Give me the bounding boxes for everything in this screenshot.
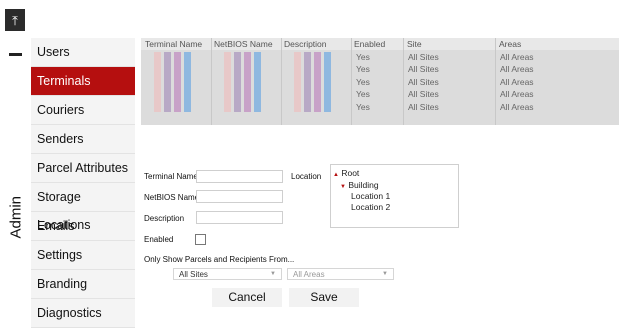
collapse-caret-icon[interactable]: ▲: [333, 172, 339, 178]
table-cell[interactable]: All Sites: [408, 63, 439, 75]
terminal-name-input[interactable]: [196, 170, 283, 183]
areas-column: All Areas All Areas All Areas All Areas …: [500, 51, 534, 113]
table-cell[interactable]: All Areas: [500, 63, 534, 75]
netbios-name-label: NetBIOS Name: [144, 193, 200, 202]
redacted-descriptions: [294, 52, 331, 112]
tree-node-location-2[interactable]: Location 2: [351, 202, 390, 212]
table-cell[interactable]: Yes: [356, 63, 370, 75]
column-header-description[interactable]: Description: [284, 39, 327, 49]
description-label: Description: [144, 214, 185, 223]
table-cell[interactable]: All Areas: [500, 51, 534, 63]
filter-label: Only Show Parcels and Recipients From...: [144, 255, 295, 264]
column-header-enabled[interactable]: Enabled: [354, 39, 385, 49]
column-header-site[interactable]: Site: [407, 39, 422, 49]
table-cell[interactable]: Yes: [356, 51, 370, 63]
nav-item-settings[interactable]: Settings: [31, 241, 135, 270]
admin-collapse-icon[interactable]: [9, 53, 22, 56]
terminals-table: Terminal Name NetBIOS Name Description E…: [141, 38, 619, 125]
table-cell[interactable]: All Sites: [408, 88, 439, 100]
column-header-netbios-name[interactable]: NetBIOS Name: [214, 39, 273, 49]
table-cell[interactable]: All Areas: [500, 101, 534, 113]
tree-node-location-1[interactable]: Location 1: [351, 191, 390, 201]
redacted-terminal-names: [154, 52, 191, 112]
tree-node-root[interactable]: ▲ Root: [333, 168, 359, 178]
description-input[interactable]: [196, 211, 283, 224]
nav-item-terminals[interactable]: Terminals: [31, 67, 135, 96]
areas-select[interactable]: All Areas ▼: [287, 268, 394, 280]
table-cell[interactable]: Yes: [356, 76, 370, 88]
table-header: Terminal Name NetBIOS Name Description E…: [141, 38, 619, 50]
admin-section-label: Admin: [7, 195, 25, 239]
table-cell[interactable]: All Areas: [500, 88, 534, 100]
enabled-checkbox[interactable]: [195, 234, 206, 245]
dropdown-arrow-icon: ▼: [382, 271, 388, 277]
table-cell[interactable]: All Areas: [500, 76, 534, 88]
redacted-netbios-names: [224, 52, 261, 112]
sites-select[interactable]: All Sites ▼: [173, 268, 282, 280]
table-cell[interactable]: All Sites: [408, 101, 439, 113]
cancel-button[interactable]: Cancel: [212, 288, 282, 307]
netbios-name-input[interactable]: [196, 190, 283, 203]
location-tree: ▲ Root ▼ Building Location 1 Location 2: [330, 164, 459, 228]
table-cell[interactable]: Yes: [356, 101, 370, 113]
nav-item-couriers[interactable]: Couriers: [31, 96, 135, 125]
save-button[interactable]: Save: [289, 288, 359, 307]
nav-item-senders[interactable]: Senders: [31, 125, 135, 154]
terminal-name-label: Terminal Name: [144, 172, 198, 181]
nav-item-diagnostics[interactable]: Diagnostics: [31, 299, 135, 328]
enabled-label: Enabled: [144, 235, 174, 244]
admin-nav: Users Terminals Couriers Senders Parcel …: [31, 38, 135, 328]
site-column: All Sites All Sites All Sites All Sites …: [408, 51, 439, 113]
location-label: Location: [291, 172, 322, 181]
tree-node-building[interactable]: ▼ Building: [340, 180, 379, 190]
table-cell[interactable]: Yes: [356, 88, 370, 100]
table-cell[interactable]: All Sites: [408, 51, 439, 63]
enabled-column: Yes Yes Yes Yes Yes: [356, 51, 370, 113]
nav-item-users[interactable]: Users: [31, 38, 135, 67]
dropdown-arrow-icon: ▼: [270, 271, 276, 277]
column-header-terminal-name[interactable]: Terminal Name: [145, 39, 202, 49]
nav-item-storage-locations[interactable]: Storage Locations: [31, 183, 135, 232]
column-header-areas[interactable]: Areas: [499, 39, 521, 49]
table-cell[interactable]: All Sites: [408, 76, 439, 88]
nav-item-parcel-attributes[interactable]: Parcel Attributes: [31, 154, 135, 183]
nav-item-branding[interactable]: Branding: [31, 270, 135, 299]
collapse-up-icon[interactable]: ⤒: [5, 9, 25, 31]
collapse-caret-icon[interactable]: ▼: [340, 184, 346, 190]
